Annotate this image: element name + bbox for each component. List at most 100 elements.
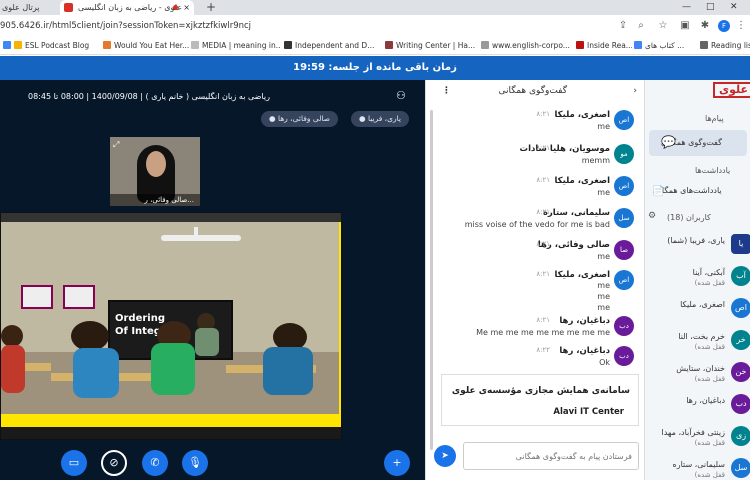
user-row[interactable]: اص اصغری، ملیکا <box>645 294 750 326</box>
user-icon[interactable]: ⚇ <box>396 89 406 102</box>
timestamp: ۸:۲۱ <box>536 240 550 248</box>
chat-message: اص اصغری، ملیکا ۸:۲۱ me <box>436 106 636 138</box>
slide-controls[interactable] <box>1 427 341 439</box>
bookmark-icon <box>103 41 111 49</box>
close-tab-icon[interactable]: × <box>183 0 190 15</box>
avatar: آب <box>731 266 750 286</box>
star-icon[interactable]: ☆ <box>656 19 670 33</box>
webcam-caption: صالی وفائی، ر... <box>110 194 200 206</box>
sender-name: سلیمانی، ستاره <box>542 208 610 218</box>
bookmark-5[interactable]: Writing Center | Ha... <box>385 37 479 55</box>
notes-icon: 📄 <box>652 186 665 197</box>
video-off-icon[interactable]: ⊘ <box>101 450 127 476</box>
chat-message: دب دباغیان، رها ۸:۲۱ Me me me me me me m… <box>436 312 636 344</box>
user-name: خندان، ستایش <box>676 364 725 373</box>
new-tab-button[interactable]: + <box>206 0 216 15</box>
user-row[interactable]: سل سلیمانی، ستاره (قفل شده <box>645 454 750 480</box>
student-body <box>1 345 25 393</box>
user-status: (قفل شده <box>694 471 725 479</box>
share-icon[interactable]: ⇪ <box>616 19 630 33</box>
microphone-icon[interactable]: 🎙 <box>182 450 208 476</box>
user-row[interactable]: آب آبکنی، آینا (قفل شده <box>645 262 750 294</box>
minimize-icon[interactable]: — <box>682 0 691 14</box>
avatar: اص <box>731 298 750 318</box>
avatar: زی <box>731 426 750 446</box>
puzzle-icon[interactable]: ✱ <box>698 19 712 33</box>
message-text: me <box>597 122 610 131</box>
message-text: miss voise of the vedo for me is bad <box>464 220 610 229</box>
reading-list-icon <box>700 41 708 49</box>
user-status: (قفل شده <box>694 375 725 383</box>
screen-share-icon[interactable]: ▭ <box>61 450 87 476</box>
tab-title: علوی - ریاضی به زبان انگلیسی <box>78 3 183 12</box>
meeting-info: ریاضی به زبان انگلیسی ( خانم یاری ) | 14… <box>28 92 270 101</box>
teacher-body <box>195 328 219 356</box>
microphone-icon: ● <box>359 114 368 123</box>
send-icon[interactable]: ➤ <box>434 445 456 467</box>
avatar: صا <box>614 240 634 260</box>
close-window-icon[interactable]: ✕ <box>730 0 738 14</box>
avatar: مو <box>614 144 634 164</box>
presentation-slide[interactable]: Ordering Of Integers <box>0 212 342 440</box>
phone-icon[interactable]: ✆ <box>142 450 168 476</box>
user-row[interactable]: زی زینتی فخرآباد، مهدا (قفل شده <box>645 422 750 454</box>
user-name: یاری، فریبا (شما) <box>667 236 725 245</box>
bookmarks-bar: ESL Podcast Blog Would You Eat Her... ME… <box>0 37 750 55</box>
user-name: خرم بخت، النا <box>678 332 725 341</box>
tab-portal[interactable]: پرتال علوی <box>0 0 58 15</box>
public-chat-item[interactable]: گفت‌وگوی همگانی 💬 <box>649 130 747 156</box>
gear-icon[interactable]: ⚙ <box>648 211 656 221</box>
avatar: دب <box>614 316 634 336</box>
bookmark-6[interactable]: www.english-corpo... <box>481 37 573 55</box>
chat-message-input[interactable] <box>464 443 638 469</box>
bookmark-icon <box>14 41 22 49</box>
tab-active-class[interactable]: علوی - ریاضی به زبان انگلیسی × <box>60 0 194 15</box>
bookmark-icon <box>385 41 393 49</box>
avatar: خن <box>731 362 750 382</box>
apps-icon[interactable] <box>3 37 11 55</box>
bookmark-icon <box>284 41 292 49</box>
avatar: سل <box>614 208 634 228</box>
bookmark-2[interactable]: Would You Eat Her... <box>103 37 191 55</box>
bookmark-icon <box>576 41 584 49</box>
chat-scrollbar[interactable] <box>430 110 433 450</box>
message-text: memm <box>581 156 610 165</box>
bookmark-1[interactable]: ESL Podcast Blog <box>14 37 100 55</box>
webcam-video[interactable]: ⤢ صالی وفائی، ر... <box>110 137 200 206</box>
user-row[interactable]: خن خندان، ستایش (قفل شده <box>645 358 750 390</box>
bookmark-8[interactable]: کتاب های ... <box>634 37 692 55</box>
bookmark-3[interactable]: MEDIA | meaning in... <box>191 37 281 55</box>
user-status: (قفل شده <box>694 439 725 447</box>
speaker-pill[interactable]: ● صالی وفائی، رها <box>261 111 339 127</box>
speaker-pill[interactable]: ● یاری، فریبا <box>351 111 409 127</box>
maximize-icon[interactable]: □ <box>706 0 715 14</box>
message-text: me <box>597 292 610 301</box>
zoom-icon[interactable]: ⌕ <box>634 19 648 33</box>
more-options-icon[interactable]: ⋮ <box>442 80 451 102</box>
bookmark-icon <box>481 41 489 49</box>
sender-name: دباغیان، رها <box>559 346 610 356</box>
sender-name: اصغری، ملیکا <box>554 176 610 186</box>
add-icon[interactable]: + <box>384 450 410 476</box>
chevron-icon[interactable]: › <box>633 80 637 102</box>
bookmark-4[interactable]: Independent and D... <box>284 37 380 55</box>
avatar: اص <box>614 176 634 196</box>
message-text: Me me me me me me me me me <box>476 328 610 337</box>
user-row[interactable]: یا یاری، فریبا (شما) <box>645 230 750 262</box>
user-row[interactable]: خر خرم بخت، النا (قفل شده <box>645 326 750 358</box>
timestamp: ۸:۲۱ <box>536 316 550 324</box>
menu-icon[interactable]: ⋮ <box>734 19 748 33</box>
session-timer-banner: زمان باقی مانده از جلسه: 19:59 <box>0 56 750 80</box>
reading-list[interactable]: Reading lis <box>700 37 750 55</box>
users-sidebar: علوی پیام‌ها گفت‌وگوی همگانی 💬 یادداشت‌ه… <box>644 80 750 480</box>
url-field[interactable]: 905.6426.ir/html5client/join?sessionToke… <box>0 19 610 33</box>
expand-icon[interactable]: ⤢ <box>113 140 119 150</box>
message-text: me <box>597 252 610 261</box>
profile-avatar[interactable]: F <box>718 20 730 32</box>
user-name: اصغری، ملیکا <box>680 300 725 309</box>
user-row[interactable]: دب دباغیان، رها <box>645 390 750 422</box>
extension-icon[interactable]: ▣ <box>678 19 692 33</box>
bookmark-7[interactable]: Inside Rea... <box>576 37 632 55</box>
webcam-face <box>146 151 166 177</box>
slide-toolbar <box>1 213 341 222</box>
